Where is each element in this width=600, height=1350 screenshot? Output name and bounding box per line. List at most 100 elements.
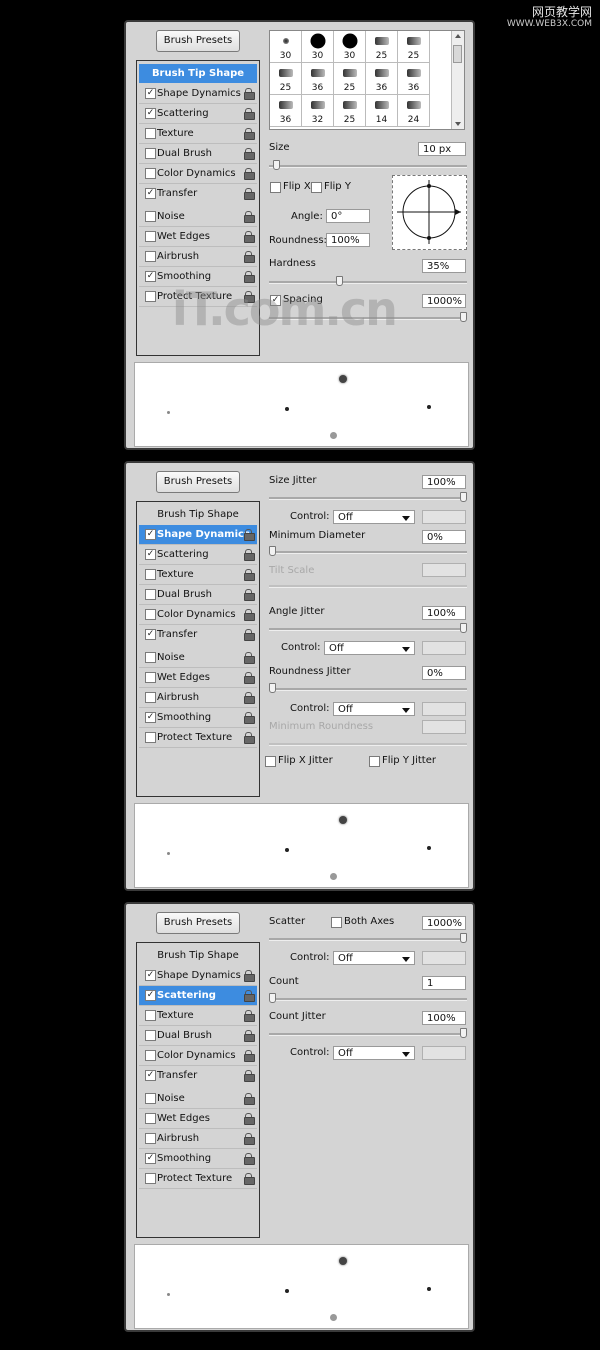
brush-grid-scrollbar[interactable] [451, 31, 464, 129]
option-item-shape-dynamics[interactable]: ✓ Shape Dynamics [139, 966, 257, 986]
lock-icon[interactable] [244, 549, 255, 561]
spacing-slider-thumb[interactable] [460, 312, 467, 322]
option-checkbox-scattering[interactable]: ✓ [145, 108, 156, 119]
size-slider-thumb[interactable] [273, 160, 280, 170]
option-item-scattering[interactable]: ✓ Scattering [139, 104, 257, 124]
scatter-control-select[interactable]: Off [333, 951, 415, 965]
lock-icon[interactable] [244, 231, 255, 243]
lock-icon[interactable] [244, 589, 255, 601]
option-checkbox-texture[interactable] [145, 1010, 156, 1021]
lock-icon[interactable] [244, 1173, 255, 1185]
option-checkbox-smoothing[interactable]: ✓ [145, 271, 156, 282]
option-checkbox-transfer[interactable]: ✓ [145, 1070, 156, 1081]
lock-icon[interactable] [244, 128, 255, 140]
lock-icon[interactable] [244, 712, 255, 724]
count-slider[interactable] [269, 993, 467, 1003]
option-item-brush-tip-shape[interactable]: Brush Tip Shape [139, 505, 257, 524]
roundness-jitter-slider-thumb[interactable] [269, 683, 276, 693]
option-item-noise[interactable]: Noise [139, 1089, 257, 1109]
option-item-protect-texture[interactable]: Protect Texture [139, 1169, 257, 1189]
option-checkbox-wet-edges[interactable] [145, 231, 156, 242]
brush-tip-cell[interactable]: 25 [334, 95, 366, 127]
brush-tip-cell[interactable]: 25 [366, 31, 398, 63]
lock-icon[interactable] [244, 1030, 255, 1042]
flip-y-checkbox[interactable] [311, 182, 322, 193]
brush-tip-cell[interactable]: 30 [334, 31, 366, 63]
lock-icon[interactable] [244, 88, 255, 100]
count-slider-thumb[interactable] [269, 993, 276, 1003]
brush-presets-button[interactable]: Brush Presets [156, 912, 240, 934]
lock-icon[interactable] [244, 1093, 255, 1105]
brush-presets-button[interactable]: Brush Presets [156, 30, 240, 52]
option-item-airbrush[interactable]: Airbrush [139, 247, 257, 267]
lock-icon[interactable] [244, 629, 255, 641]
brush-presets-button[interactable]: Brush Presets [156, 471, 240, 493]
flip-x-jitter-checkbox[interactable] [265, 756, 276, 767]
lock-icon[interactable] [244, 970, 255, 982]
lock-icon[interactable] [244, 990, 255, 1002]
both-axes-checkbox[interactable] [331, 917, 342, 928]
brush-tip-cell[interactable]: 24 [398, 95, 430, 127]
scroll-down-icon[interactable] [455, 122, 461, 126]
brush-tip-cell[interactable]: 14 [366, 95, 398, 127]
brush-tip-cell[interactable]: 25 [334, 63, 366, 95]
angle-control-select[interactable]: Off [324, 641, 415, 655]
brush-tip-cell[interactable]: 36 [302, 63, 334, 95]
option-checkbox-scattering[interactable]: ✓ [145, 990, 156, 1001]
option-checkbox-shape-dynamics[interactable]: ✓ [145, 88, 156, 99]
option-checkbox-dual-brush[interactable] [145, 148, 156, 159]
option-item-shape-dynamics[interactable]: ✓ Shape Dynamics [139, 84, 257, 104]
option-checkbox-transfer[interactable]: ✓ [145, 188, 156, 199]
lock-icon[interactable] [244, 529, 255, 541]
option-checkbox-protect-texture[interactable] [145, 291, 156, 302]
angle-jitter-field[interactable]: 100% [422, 606, 466, 620]
lock-icon[interactable] [244, 1010, 255, 1022]
option-checkbox-smoothing[interactable]: ✓ [145, 1153, 156, 1164]
option-checkbox-color-dynamics[interactable] [145, 609, 156, 620]
brush-tip-cell[interactable]: 32 [302, 95, 334, 127]
option-checkbox-noise[interactable] [145, 211, 156, 222]
flip-x-checkbox[interactable] [270, 182, 281, 193]
brush-tip-cell[interactable]: 36 [270, 95, 302, 127]
option-item-scattering[interactable]: ✓ Scattering [139, 986, 257, 1006]
option-checkbox-airbrush[interactable] [145, 692, 156, 703]
option-checkbox-noise[interactable] [145, 1093, 156, 1104]
size-slider[interactable] [269, 160, 467, 170]
option-item-wet-edges[interactable]: Wet Edges [139, 1109, 257, 1129]
min-diameter-slider[interactable] [269, 546, 467, 556]
lock-icon[interactable] [244, 1153, 255, 1165]
option-item-transfer[interactable]: ✓ Transfer [139, 625, 257, 644]
option-item-dual-brush[interactable]: Dual Brush [139, 1026, 257, 1046]
option-item-brush-tip-shape[interactable]: Brush Tip Shape [139, 946, 257, 965]
min-diameter-field[interactable]: 0% [422, 530, 466, 544]
size-control-select[interactable]: Off [333, 510, 415, 524]
hardness-field[interactable]: 35% [422, 259, 466, 273]
option-item-color-dynamics[interactable]: Color Dynamics [139, 605, 257, 625]
lock-icon[interactable] [244, 569, 255, 581]
size-jitter-slider[interactable] [269, 492, 467, 502]
option-item-smoothing[interactable]: ✓ Smoothing [139, 708, 257, 728]
option-item-wet-edges[interactable]: Wet Edges [139, 227, 257, 247]
flip-y-jitter-checkbox[interactable] [369, 756, 380, 767]
roundness-jitter-field[interactable]: 0% [422, 666, 466, 680]
option-checkbox-transfer[interactable]: ✓ [145, 629, 156, 640]
roundness-control-select[interactable]: Off [333, 702, 415, 716]
brush-tip-cell[interactable]: 36 [366, 63, 398, 95]
lock-icon[interactable] [244, 1070, 255, 1082]
lock-icon[interactable] [244, 692, 255, 704]
option-checkbox-wet-edges[interactable] [145, 1113, 156, 1124]
count-jitter-slider[interactable] [269, 1028, 467, 1038]
option-checkbox-airbrush[interactable] [145, 1133, 156, 1144]
scatter-slider-thumb[interactable] [460, 933, 467, 943]
option-checkbox-smoothing[interactable]: ✓ [145, 712, 156, 723]
scroll-thumb[interactable] [453, 45, 462, 63]
scroll-up-icon[interactable] [455, 34, 461, 38]
lock-icon[interactable] [244, 1113, 255, 1125]
brush-tip-cell[interactable]: 30 [302, 31, 334, 63]
angle-field[interactable]: 0° [326, 209, 370, 223]
lock-icon[interactable] [244, 188, 255, 200]
option-checkbox-wet-edges[interactable] [145, 672, 156, 683]
option-checkbox-shape-dynamics[interactable]: ✓ [145, 529, 156, 540]
option-item-scattering[interactable]: ✓ Scattering [139, 545, 257, 565]
option-checkbox-protect-texture[interactable] [145, 1173, 156, 1184]
